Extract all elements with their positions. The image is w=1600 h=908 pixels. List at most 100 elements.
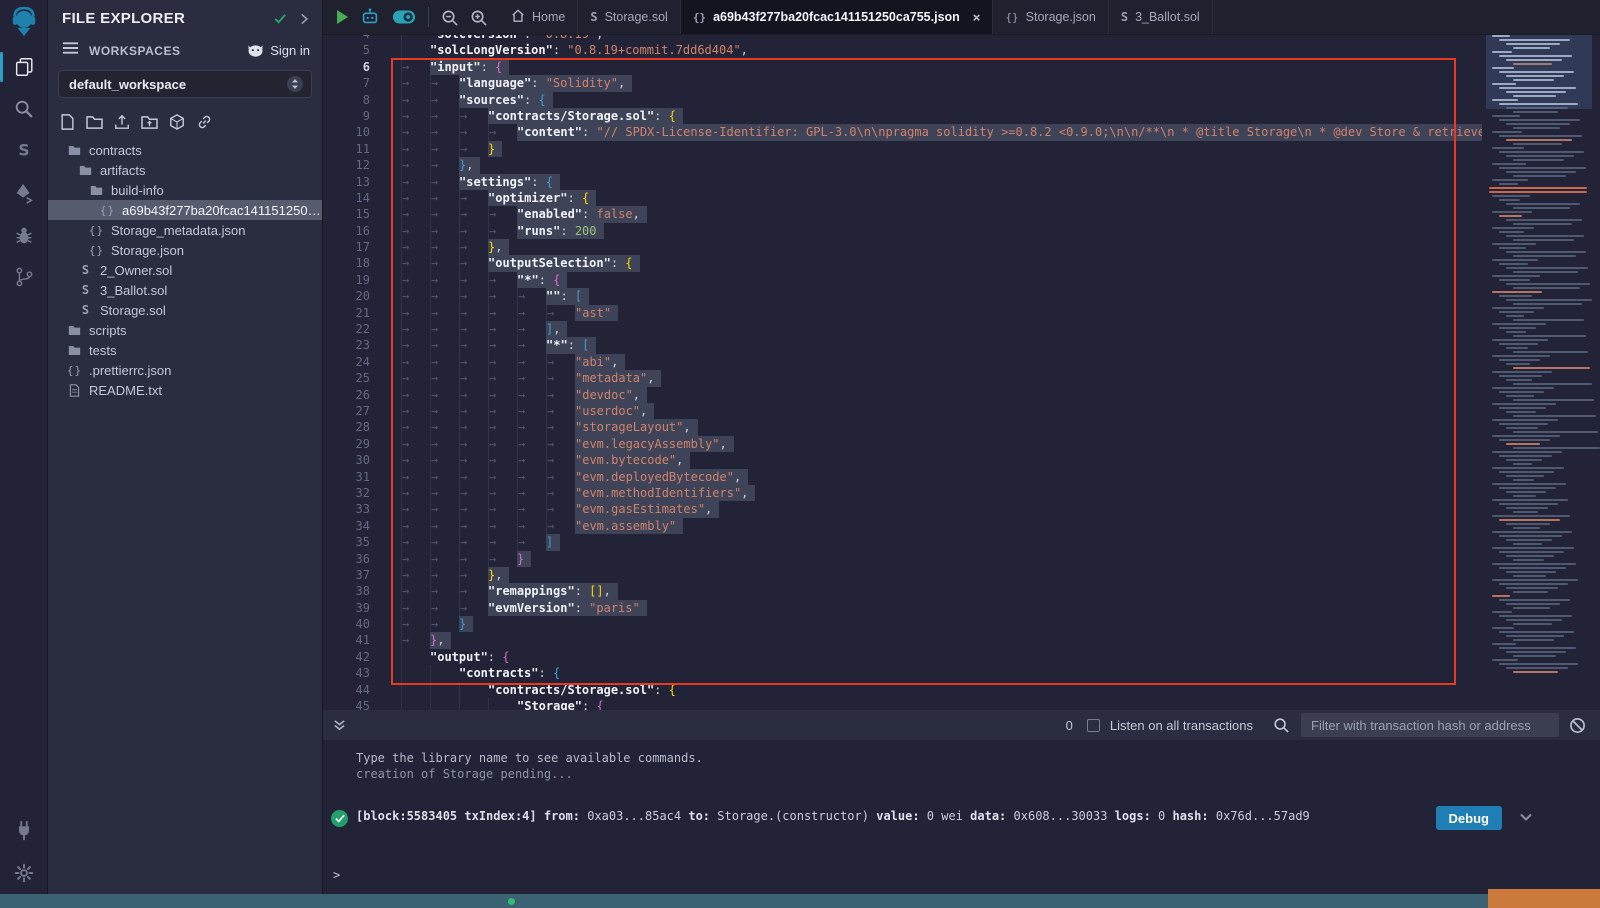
minimap-line: [1506, 459, 1542, 461]
file-name: 3_Ballot.sol: [100, 283, 167, 298]
sidebar-item-plugin-manager[interactable]: [0, 810, 48, 852]
line-number: 16: [323, 223, 379, 239]
file-tree-item-contracts[interactable]: contracts: [48, 140, 322, 160]
terminal-prompt[interactable]: >: [333, 868, 340, 882]
status-bar: [0, 894, 1600, 908]
zoom-in-icon[interactable]: [470, 9, 487, 26]
editor-line: 42"output": {: [323, 649, 1482, 665]
terminal-collapse-icon[interactable]: [333, 719, 346, 732]
editor-line-text: →→→"optimizer": {: [379, 190, 1482, 206]
file-tree-item-storage-json[interactable]: {}Storage.json: [48, 240, 322, 260]
clear-console-icon[interactable]: [1569, 717, 1586, 734]
file-tree-item-scripts[interactable]: scripts: [48, 320, 322, 340]
tab-whitespace-marker: [488, 698, 517, 710]
editor-line: 17→→→},: [323, 239, 1482, 255]
listen-all-transactions-checkbox[interactable]: [1087, 719, 1100, 732]
file-tree-item-3-ballot-sol[interactable]: S3_Ballot.sol: [48, 280, 322, 300]
file-tree-item-artifacts[interactable]: artifacts: [48, 160, 322, 180]
tab-whitespace-marker: →: [430, 239, 459, 255]
file-tree-item-readme-txt[interactable]: README.txt: [48, 380, 322, 400]
minimap-line: [1499, 119, 1580, 121]
tab-storage-sol[interactable]: SStorage.sol: [578, 0, 680, 34]
code-token: "*": [546, 338, 568, 352]
tab-home[interactable]: Home: [499, 0, 578, 34]
link-icon[interactable]: [196, 114, 213, 130]
file-tree-item-build-info[interactable]: build-info: [48, 180, 322, 200]
code-editor[interactable]: 4"solcVersion": "0.8.19",5"solcLongVersi…: [323, 35, 1600, 710]
sidebar-item-deploy-run[interactable]: [0, 172, 48, 214]
collapse-panel-chevron-icon[interactable]: [298, 13, 310, 25]
line-number: 13: [323, 174, 379, 190]
tx-expand-chevron-icon[interactable]: [1518, 809, 1534, 825]
code-token: ,: [618, 76, 625, 90]
workspace-select[interactable]: default_workspace: [58, 70, 312, 98]
file-tree-item-a69b43f277ba20fcac141151250ca7-[interactable]: {}a69b43f277ba20fcac141151250ca7...: [48, 200, 322, 220]
new-folder-icon[interactable]: [86, 115, 103, 130]
run-script-play-button[interactable]: [337, 10, 348, 24]
sidebar-item-debugger[interactable]: [0, 214, 48, 256]
minimap-line: [1499, 327, 1536, 329]
debug-button[interactable]: Debug: [1436, 806, 1502, 830]
transaction-filter-input[interactable]: [1301, 713, 1559, 737]
sidebar-item-git[interactable]: [0, 256, 48, 298]
editor-line-text: →→→"remappings": [],: [379, 583, 1482, 599]
minimap-line: [1499, 151, 1584, 153]
tab-whitespace-marker: →: [546, 485, 575, 501]
sign-in-button[interactable]: Sign in: [247, 43, 310, 58]
sidebar-item-solidity-compiler[interactable]: S: [0, 130, 48, 172]
file-tree-item-tests[interactable]: tests: [48, 340, 322, 360]
tab-whitespace-marker: →: [517, 534, 546, 550]
upload-folder-icon[interactable]: [141, 115, 158, 130]
file-tree-item--prettierrc-json[interactable]: {}.prettierrc.json: [48, 360, 322, 380]
code-token: :: [611, 256, 625, 270]
tab-whitespace-marker: →: [459, 403, 488, 419]
tab-whitespace-marker: →: [459, 551, 488, 567]
file-tree-item-2-owner-sol[interactable]: S2_Owner.sol: [48, 260, 322, 280]
sidebar-item-settings[interactable]: [0, 852, 48, 894]
tab-whitespace-marker: [401, 42, 430, 58]
remix-logo-icon[interactable]: [0, 0, 48, 46]
editor-line: 44"contracts/Storage.sol": {: [323, 682, 1482, 698]
line-number: 30: [323, 452, 379, 468]
workspaces-menu-icon[interactable]: [62, 41, 79, 60]
code-token: {: [669, 109, 676, 123]
json-icon: {}: [693, 11, 706, 24]
tab-whitespace-marker: →: [488, 403, 517, 419]
zoom-out-icon[interactable]: [441, 9, 458, 26]
file-tree-item-storage-metadata-json[interactable]: {}Storage_metadata.json: [48, 220, 322, 240]
code-token: "// SPDX-License-Identifier: GPL-3.0\n\n…: [596, 125, 1482, 139]
code-token: ,: [683, 420, 690, 434]
file-tree-item-storage-sol[interactable]: SStorage.sol: [48, 300, 322, 320]
code-token: :: [531, 76, 545, 90]
editor-line-text: →→→→→],: [379, 321, 1482, 337]
publish-gist-icon[interactable]: [169, 114, 185, 130]
tab-whitespace-marker: →: [488, 124, 517, 140]
tab-whitespace-marker: →: [401, 59, 430, 75]
line-number: 22: [323, 321, 379, 337]
status-orange-badge[interactable]: [1488, 889, 1600, 908]
ai-toggle-icon[interactable]: [392, 9, 416, 25]
ai-robot-icon[interactable]: [360, 7, 380, 27]
tab-storage-json[interactable]: {}Storage.json: [993, 0, 1108, 34]
tab-whitespace-marker: →: [459, 305, 488, 321]
new-file-icon[interactable]: [60, 114, 75, 130]
terminal-output[interactable]: Type the library name to see available c…: [323, 740, 1600, 894]
line-number: 4: [323, 35, 379, 42]
close-tab-icon[interactable]: ×: [973, 10, 981, 25]
minimap-line: [1506, 395, 1534, 397]
code-token: "sources": [459, 93, 524, 107]
code-token: [: [575, 289, 582, 303]
tab-3-ballot-sol[interactable]: S3_Ballot.sol: [1109, 0, 1213, 34]
selection-highlight: "enabled": false,: [517, 206, 647, 222]
transaction-log-row[interactable]: [block:5583405 txIndex:4] from: 0xa03...…: [323, 809, 1600, 823]
listen-all-transactions-label[interactable]: Listen on all transactions: [1110, 718, 1253, 733]
tab-whitespace-marker: →: [401, 452, 430, 468]
sidebar-item-search[interactable]: [0, 88, 48, 130]
line-number: 18: [323, 255, 379, 271]
tab-a69b43f277ba20fcac141151250ca755-json[interactable]: {}a69b43f277ba20fcac141151250ca755.json×: [681, 0, 994, 34]
minimap-line: [1513, 591, 1548, 593]
tab-whitespace-marker: [401, 649, 430, 665]
upload-file-icon[interactable]: [114, 114, 130, 130]
editor-minimap[interactable]: [1486, 35, 1592, 710]
sidebar-item-file-explorer[interactable]: [0, 46, 48, 88]
